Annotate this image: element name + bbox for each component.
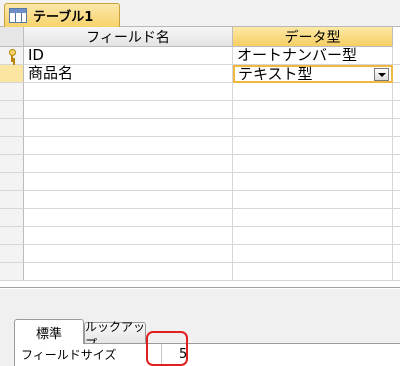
field-name-cell[interactable] [24, 263, 233, 281]
document-tab-label: テーブル1 [33, 10, 94, 25]
field-name-cell[interactable] [24, 209, 233, 227]
description-cell[interactable] [393, 83, 400, 101]
field-name-cell[interactable]: 商品名 [24, 65, 233, 83]
row-selector[interactable] [0, 119, 24, 137]
data-type-cell[interactable]: オートナンバー型 [233, 47, 393, 65]
table-row: 商品名 テキスト型 [0, 65, 400, 83]
field-name-header: フィールド名 [24, 27, 233, 47]
primary-key-icon [8, 49, 16, 62]
field-name-cell[interactable] [24, 155, 233, 173]
document-tab-strip: テーブル1 [0, 0, 400, 27]
field-name-cell[interactable]: ID [24, 47, 233, 65]
table-row [0, 119, 400, 137]
description-cell[interactable] [393, 209, 400, 227]
row-selector[interactable] [0, 173, 24, 191]
data-type-cell[interactable] [233, 227, 393, 245]
row-selector[interactable] [0, 245, 24, 263]
design-grid: フィールド名 データ型 ID オートナンバー型 商品名 テキスト型 [0, 27, 400, 288]
row-selector[interactable] [0, 227, 24, 245]
dropdown-button[interactable] [374, 68, 389, 81]
data-type-header: データ型 [233, 27, 393, 47]
table-row [0, 101, 400, 119]
field-size-label: フィールドサイズ [21, 348, 117, 362]
description-cell[interactable] [393, 155, 400, 173]
field-size-input[interactable]: 5 [167, 346, 287, 364]
field-properties-pane: 標準 ルックアップ フィールドサイズ 5 [0, 319, 400, 366]
row-selector[interactable] [0, 263, 24, 281]
description-cell[interactable] [393, 47, 400, 65]
field-name-cell[interactable] [24, 245, 233, 263]
description-cell[interactable] [393, 173, 400, 191]
table-row [0, 227, 400, 245]
field-name-cell[interactable] [24, 227, 233, 245]
data-type-cell[interactable] [233, 191, 393, 209]
description-cell[interactable] [393, 101, 400, 119]
pane-splitter[interactable] [0, 289, 400, 319]
chevron-down-icon [377, 72, 386, 77]
data-type-cell[interactable] [233, 263, 393, 281]
data-type-cell[interactable] [233, 101, 393, 119]
field-name-cell[interactable] [24, 119, 233, 137]
row-selector[interactable] [0, 101, 24, 119]
field-name-cell[interactable] [24, 83, 233, 101]
data-type-cell[interactable] [233, 137, 393, 155]
description-cell[interactable] [393, 245, 400, 263]
table-row [0, 191, 400, 209]
field-name-cell[interactable] [24, 137, 233, 155]
property-divider [161, 344, 162, 366]
data-type-cell[interactable] [233, 173, 393, 191]
description-cell[interactable] [393, 227, 400, 245]
data-type-cell[interactable] [233, 155, 393, 173]
description-cell[interactable] [393, 191, 400, 209]
tab-standard[interactable]: 標準 [14, 319, 84, 344]
row-selector[interactable] [0, 155, 24, 173]
description-cell[interactable] [393, 137, 400, 155]
table-row [0, 137, 400, 155]
field-name-cell[interactable] [24, 191, 233, 209]
description-cell[interactable] [393, 263, 400, 281]
grid-corner[interactable] [0, 27, 24, 47]
data-type-cell[interactable] [233, 119, 393, 137]
table-row [0, 83, 400, 101]
data-type-dropdown[interactable]: テキスト型 [233, 65, 393, 83]
row-selector[interactable] [0, 83, 24, 101]
table-row [0, 263, 400, 281]
data-type-cell[interactable] [233, 83, 393, 101]
data-type-value: テキスト型 [238, 65, 313, 83]
table-row [0, 245, 400, 263]
table-row [0, 155, 400, 173]
table-row [0, 209, 400, 227]
table-row [0, 173, 400, 191]
row-selector[interactable] [0, 137, 24, 155]
field-name-cell[interactable] [24, 101, 233, 119]
table-document-tab[interactable]: テーブル1 [4, 3, 120, 27]
description-cell[interactable] [393, 119, 400, 137]
row-selector-current[interactable] [0, 65, 24, 83]
data-type-cell[interactable] [233, 209, 393, 227]
table-row: ID オートナンバー型 [0, 47, 400, 65]
row-selector[interactable] [0, 47, 24, 65]
data-type-cell[interactable] [233, 245, 393, 263]
row-selector[interactable] [0, 191, 24, 209]
table-icon [9, 8, 27, 23]
description-cell[interactable] [393, 65, 400, 83]
property-sheet: フィールドサイズ 5 [14, 343, 400, 366]
row-selector[interactable] [0, 209, 24, 227]
field-name-cell[interactable] [24, 173, 233, 191]
